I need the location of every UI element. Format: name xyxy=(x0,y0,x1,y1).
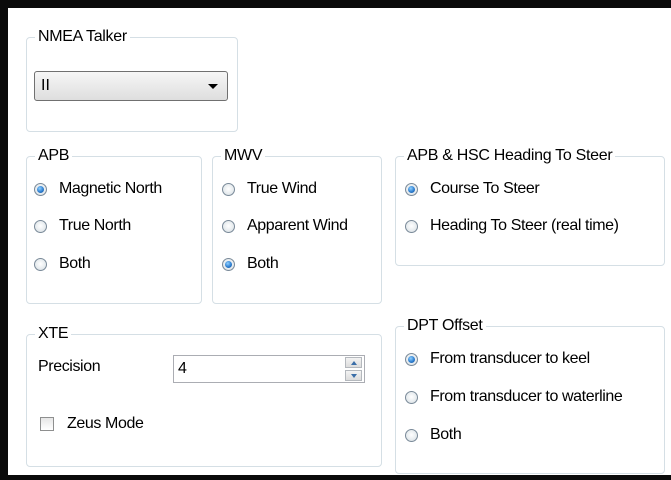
radio-unselected-icon[interactable] xyxy=(405,219,418,233)
spin-down-button[interactable] xyxy=(345,370,362,381)
heading-to-steer-title: APB & HSC Heading To Steer xyxy=(404,146,616,166)
radio-selected-icon[interactable] xyxy=(34,182,47,196)
precision-stepper[interactable]: 4 xyxy=(173,355,365,383)
xte-title: XTE xyxy=(35,324,72,344)
precision-value[interactable]: 4 xyxy=(174,360,345,378)
radio-unselected-icon[interactable] xyxy=(34,257,47,271)
spin-up-button[interactable] xyxy=(345,357,362,368)
radio-unselected-icon[interactable] xyxy=(222,219,235,233)
precision-label: Precision xyxy=(38,358,101,375)
dpt-option-label: From transducer to keel xyxy=(430,350,590,367)
heading-option-heading-to-steer[interactable]: Heading To Steer (real time) xyxy=(405,215,619,237)
radio-selected-icon[interactable] xyxy=(405,182,418,196)
apb-option-true-north[interactable]: True North xyxy=(34,215,131,237)
apb-option-label: Both xyxy=(59,255,91,272)
dpt-option-label: From transducer to waterline xyxy=(430,388,623,405)
nmea-talker-title: NMEA Talker xyxy=(35,27,130,47)
zeus-mode-checkbox[interactable]: Zeus Mode xyxy=(40,413,144,435)
heading-option-label: Course To Steer xyxy=(430,180,540,197)
precision-spin-buttons xyxy=(345,357,362,381)
chevron-down-icon[interactable] xyxy=(208,83,218,89)
mwv-option-label: Apparent Wind xyxy=(247,217,348,234)
heading-option-label: Heading To Steer (real time) xyxy=(430,217,619,234)
apb-option-magnetic-north[interactable]: Magnetic North xyxy=(34,178,162,200)
heading-to-steer-group: APB & HSC Heading To Steer xyxy=(395,146,665,266)
dpt-option-waterline[interactable]: From transducer to waterline xyxy=(405,386,623,408)
radio-unselected-icon[interactable] xyxy=(405,428,418,442)
apb-option-both[interactable]: Both xyxy=(34,253,91,275)
mwv-title: MWV xyxy=(221,146,266,166)
zeus-mode-label: Zeus Mode xyxy=(67,415,144,432)
dpt-option-keel[interactable]: From transducer to keel xyxy=(405,348,590,370)
mwv-option-true-wind[interactable]: True Wind xyxy=(222,178,317,200)
radio-selected-icon[interactable] xyxy=(222,257,235,271)
dpt-option-label: Both xyxy=(430,426,462,443)
mwv-option-label: True Wind xyxy=(247,180,317,197)
checkbox-unchecked-icon[interactable] xyxy=(40,417,54,431)
dpt-option-both[interactable]: Both xyxy=(405,424,462,446)
radio-unselected-icon[interactable] xyxy=(222,182,235,196)
radio-unselected-icon[interactable] xyxy=(405,390,418,404)
heading-option-course-to-steer[interactable]: Course To Steer xyxy=(405,178,540,200)
apb-title: APB xyxy=(35,146,73,166)
apb-option-label: Magnetic North xyxy=(59,180,162,197)
radio-unselected-icon[interactable] xyxy=(34,219,47,233)
arrow-down-icon xyxy=(350,373,357,378)
xte-group: XTE xyxy=(26,324,382,467)
arrow-up-icon xyxy=(350,360,357,365)
dpt-offset-title: DPT Offset xyxy=(404,316,486,336)
mwv-option-label: Both xyxy=(247,255,279,272)
mwv-option-both[interactable]: Both xyxy=(222,253,279,275)
mwv-option-apparent-wind[interactable]: Apparent Wind xyxy=(222,215,348,237)
radio-selected-icon[interactable] xyxy=(405,352,418,366)
apb-option-label: True North xyxy=(59,217,131,234)
nmea-talker-select[interactable]: II xyxy=(34,71,228,101)
nmea-talker-value: II xyxy=(41,77,50,94)
